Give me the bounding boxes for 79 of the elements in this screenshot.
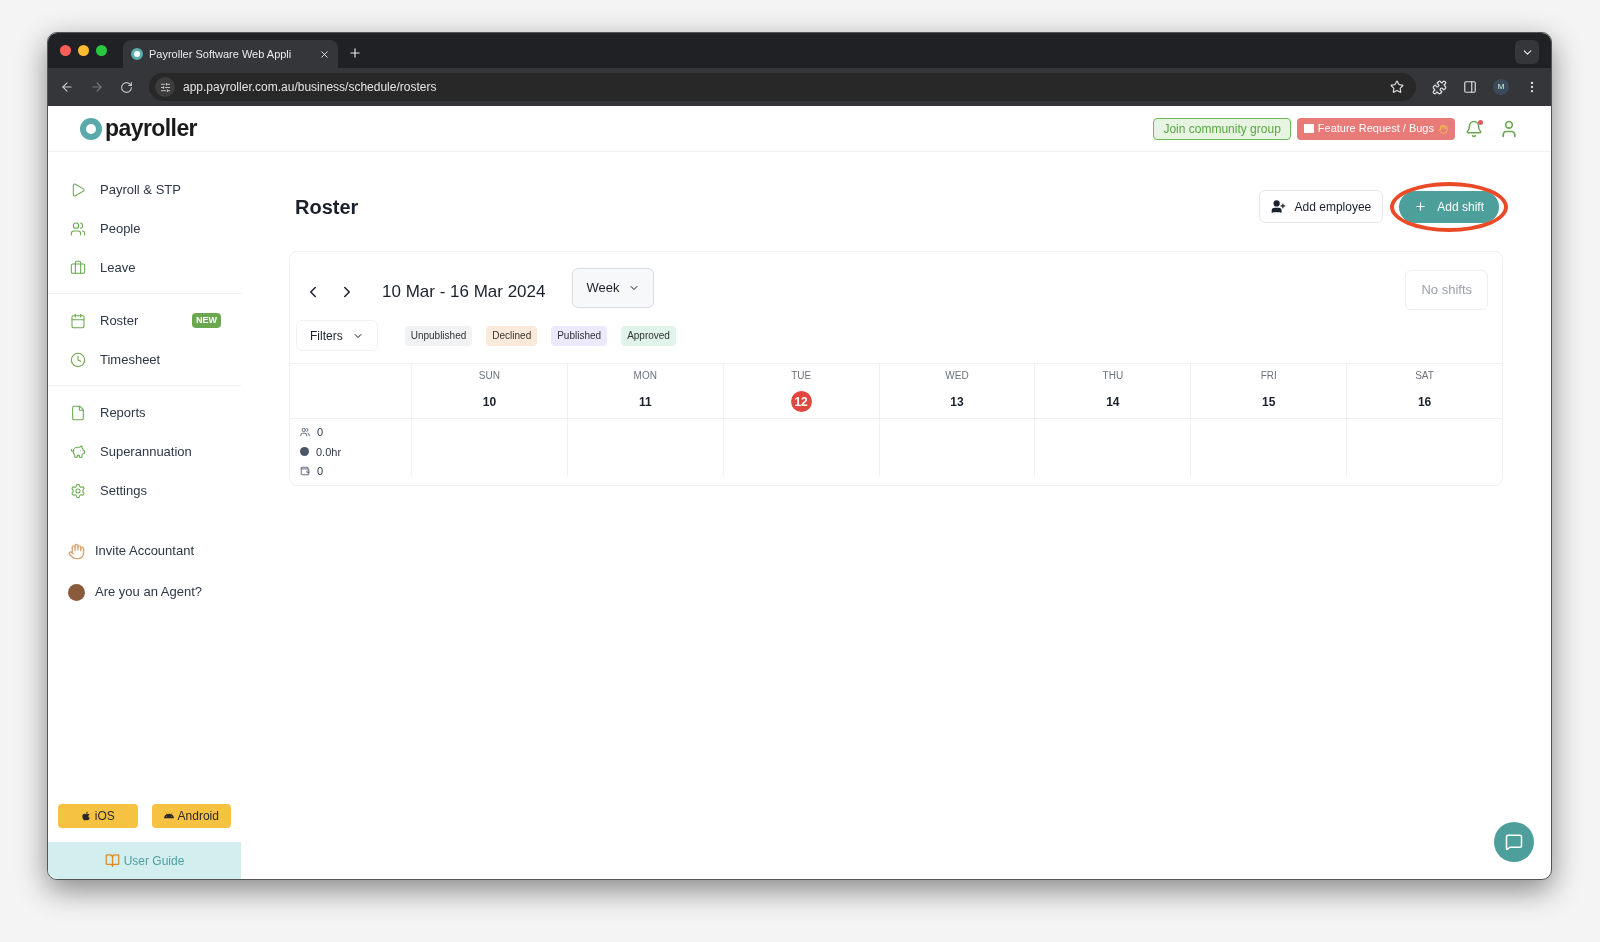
status-tag: Declined bbox=[486, 325, 538, 346]
status-tag: Unpublished bbox=[404, 325, 473, 346]
sidebar-item[interactable]: Timesheet bbox=[100, 349, 161, 370]
url-text: app.payroller.com.au/business/schedule/rosters bbox=[183, 79, 437, 96]
back-icon[interactable] bbox=[60, 80, 74, 94]
no-shifts-button: No shifts bbox=[1405, 270, 1488, 310]
sidebar-link[interactable]: Are you an Agent? bbox=[95, 582, 202, 602]
site-settings-icon[interactable] bbox=[159, 81, 171, 93]
sidebar-item[interactable]: People bbox=[100, 218, 141, 239]
sidebar-item[interactable]: Superannuation bbox=[100, 441, 192, 462]
add-person-icon bbox=[1270, 199, 1286, 214]
app-store-button[interactable]: iOS bbox=[58, 804, 138, 828]
weekday-label: SAT bbox=[1415, 369, 1434, 383]
android-icon bbox=[163, 811, 174, 821]
document-icon bbox=[70, 404, 86, 421]
day-number: 12 bbox=[790, 391, 812, 412]
summary-value: 0 bbox=[317, 425, 324, 440]
bookmark-star-icon[interactable] bbox=[1390, 80, 1404, 94]
sidebar-item[interactable]: Settings bbox=[100, 480, 147, 501]
calendar-icon bbox=[70, 312, 86, 329]
sidebar-item[interactable]: Reports bbox=[100, 402, 146, 423]
people-icon bbox=[300, 427, 310, 438]
app-store-button[interactable]: Android bbox=[151, 804, 231, 828]
forward-icon[interactable] bbox=[90, 80, 104, 94]
new-badge: NEW bbox=[192, 312, 221, 329]
settings-icon bbox=[70, 482, 86, 499]
status-tag: Published bbox=[551, 325, 608, 346]
side-panel-icon[interactable] bbox=[1463, 80, 1477, 94]
favicon-icon bbox=[131, 48, 143, 60]
weekday-label: FRI bbox=[1260, 369, 1277, 383]
extensions-icon[interactable] bbox=[1432, 79, 1447, 95]
date-range: 10 Mar - 16 Mar 2024 bbox=[382, 281, 546, 304]
close-icon[interactable] bbox=[319, 48, 330, 60]
logo-icon bbox=[80, 117, 102, 140]
plus-icon bbox=[1414, 200, 1428, 213]
apple-icon bbox=[80, 811, 91, 821]
logo-text[interactable]: payroller bbox=[105, 117, 197, 140]
weekday-label: WED bbox=[945, 369, 969, 383]
clapping-hands-icon bbox=[68, 542, 85, 560]
browser-tab[interactable]: Payroller Software Web Appli bbox=[123, 40, 338, 68]
add-employee-button[interactable]: Add employee bbox=[1258, 190, 1384, 223]
day-number: 15 bbox=[1261, 393, 1277, 411]
summary-value: 0.0hr bbox=[316, 444, 342, 460]
day-number: 10 bbox=[481, 393, 498, 411]
day-number: 14 bbox=[1105, 393, 1121, 411]
new-tab-icon[interactable] bbox=[348, 46, 362, 60]
filters-dropdown[interactable]: Filters bbox=[296, 320, 378, 351]
chat-button[interactable] bbox=[1494, 822, 1534, 862]
chat-icon bbox=[1505, 833, 1523, 851]
account-icon[interactable] bbox=[1499, 118, 1519, 139]
reload-icon[interactable] bbox=[120, 80, 133, 94]
weekday-label: TUE bbox=[791, 369, 812, 383]
summary-value: 0 bbox=[317, 464, 324, 479]
status-tag: Approved bbox=[621, 325, 676, 346]
flag-icon bbox=[1303, 124, 1314, 133]
weekday-label: MON bbox=[633, 369, 657, 383]
profile-avatar[interactable]: M bbox=[1493, 79, 1509, 95]
day-number: 11 bbox=[637, 393, 653, 411]
page-title: Roster bbox=[295, 194, 359, 220]
view-select[interactable]: Week bbox=[572, 268, 655, 308]
address-bar[interactable]: app.payroller.com.au/business/schedule/rosters bbox=[149, 73, 1416, 101]
briefcase-icon bbox=[70, 259, 86, 276]
tab-title: Payroller Software Web Appli bbox=[149, 46, 293, 62]
book-icon bbox=[104, 853, 120, 868]
sidebar-item[interactable]: Payroll & STP bbox=[100, 179, 181, 200]
sidebar-item[interactable]: Leave bbox=[100, 257, 136, 278]
weekday-label: THU bbox=[1102, 369, 1124, 383]
day-number: 13 bbox=[949, 393, 965, 411]
weekday-label: SUN bbox=[478, 369, 500, 383]
sidebar-item[interactable]: Roster bbox=[100, 310, 139, 331]
avatar-icon bbox=[68, 583, 85, 601]
people-icon bbox=[70, 220, 86, 237]
day-number: 16 bbox=[1416, 393, 1433, 411]
play-icon bbox=[70, 181, 86, 198]
sidebar-link[interactable]: Invite Accountant bbox=[95, 541, 194, 561]
clapping-hands-icon bbox=[1438, 123, 1448, 134]
notification-bell-icon[interactable] bbox=[1465, 119, 1483, 138]
wallet-icon bbox=[300, 466, 310, 477]
piggy-bank-icon bbox=[70, 443, 86, 460]
